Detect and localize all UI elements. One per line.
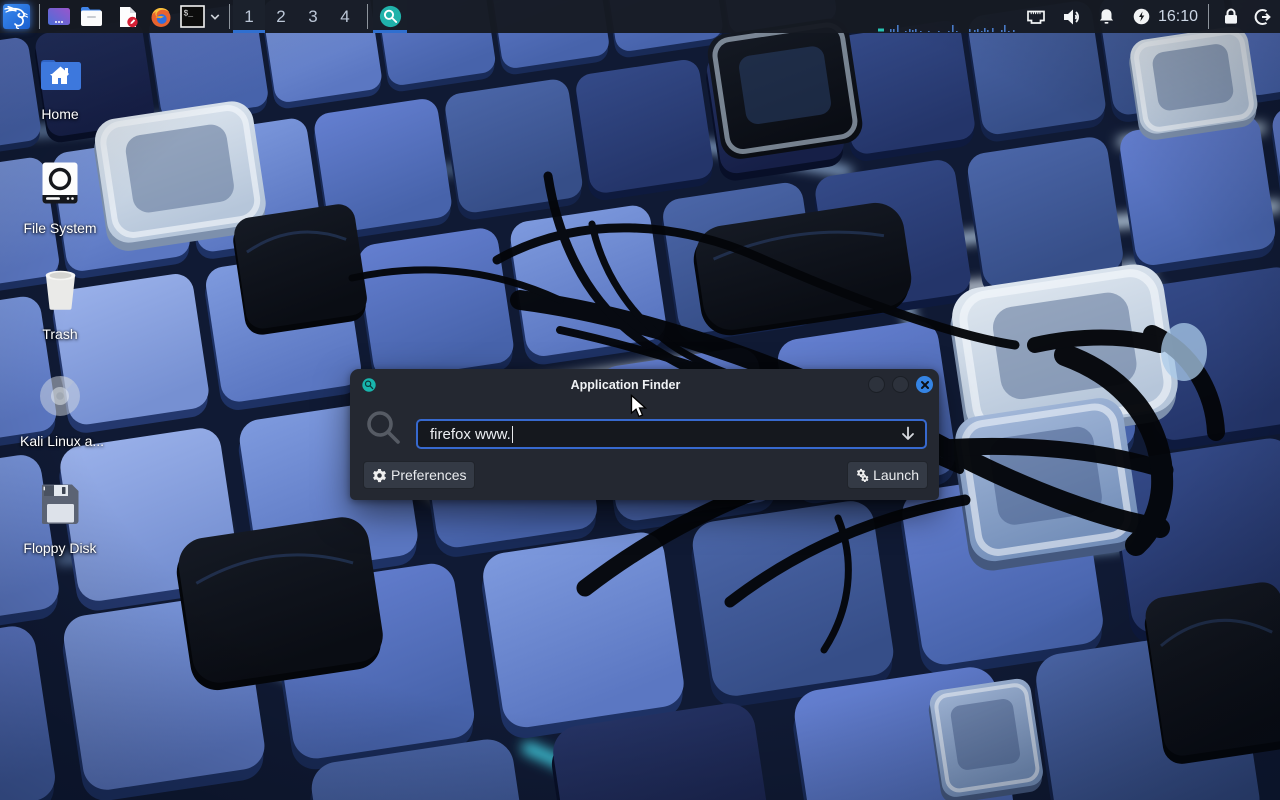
svg-text:$_: $_	[184, 10, 194, 19]
